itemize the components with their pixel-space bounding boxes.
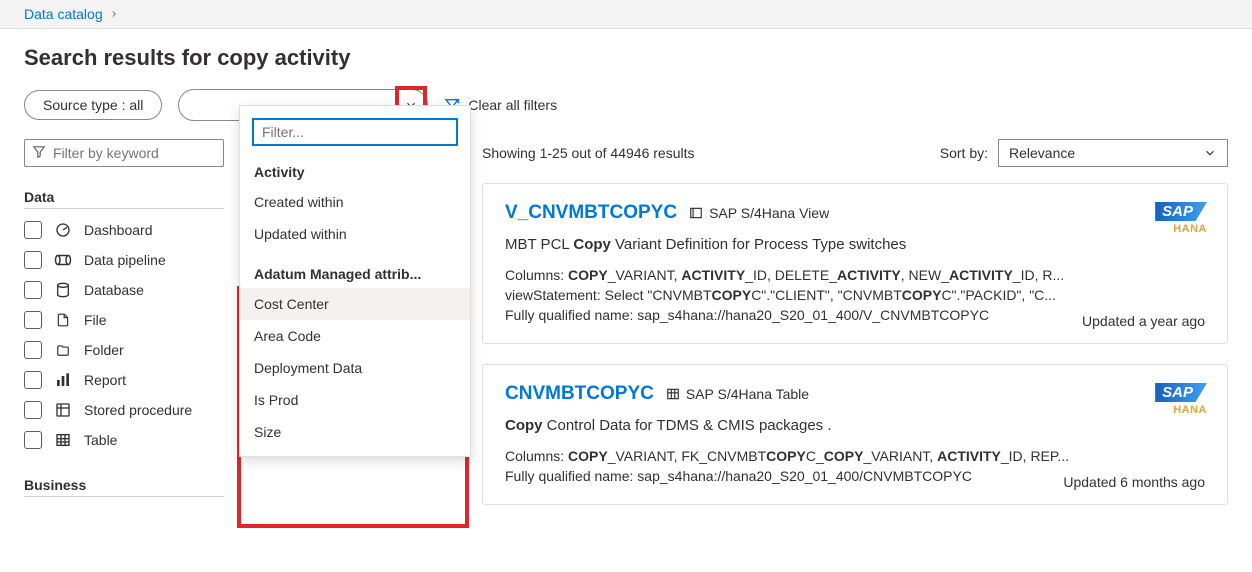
result-updated: Updated a year ago [1082, 313, 1205, 329]
facet-item-report[interactable]: Report [24, 371, 224, 389]
facet-item-datapipeline[interactable]: Data pipeline [24, 251, 224, 269]
result-type-label: SAP S/4Hana View [709, 205, 829, 221]
facet-heading-business: Business [24, 477, 224, 497]
page-title: Search results for copy activity [24, 45, 1228, 71]
facet-sidebar: Data Dashboard Data pipeline Database Fi… [24, 139, 224, 525]
topbar: Data catalog [0, 0, 1252, 29]
database-icon [54, 281, 72, 299]
checkbox[interactable] [24, 401, 42, 419]
filter-keyword-input[interactable] [24, 139, 224, 167]
result-type-label: SAP S/4Hana Table [686, 386, 809, 402]
result-type: SAP S/4Hana Table [666, 386, 809, 402]
sort-value: Relevance [1009, 145, 1075, 161]
result-columns: Columns: COPY_VARIANT, ACTIVITY_ID, DELE… [505, 267, 1205, 283]
dropdown-option-size[interactable]: Size [240, 416, 470, 448]
dashboard-icon [54, 221, 72, 239]
facet-item-file[interactable]: File [24, 311, 224, 329]
view-icon [689, 206, 703, 220]
filter-icon [32, 145, 46, 162]
sap-badge: SAP HANA [1155, 383, 1207, 416]
dropdown-filter-input[interactable] [252, 118, 458, 146]
sap-sub: HANA [1155, 404, 1207, 416]
facet-label: Stored procedure [84, 402, 192, 418]
checkbox[interactable] [24, 371, 42, 389]
result-description: MBT PCL Copy Variant Definition for Proc… [505, 236, 1205, 253]
result-viewstatement: viewStatement: Select "CNVMBTCOPYC"."CLI… [505, 287, 1205, 303]
result-updated: Updated 6 months ago [1063, 474, 1205, 490]
breadcrumb-root[interactable]: Data catalog [24, 6, 103, 22]
dropdown-option-isprod[interactable]: Is Prod [240, 384, 470, 416]
sap-badge: SAP HANA [1155, 202, 1207, 235]
facet-label: Report [84, 372, 126, 388]
facet-heading-data: Data [24, 189, 224, 209]
facet-item-database[interactable]: Database [24, 281, 224, 299]
filter-row: Source type : all Clear all filters [24, 89, 1228, 121]
result-columns: Columns: COPY_VARIANT, FK_CNVMBTCOPYC_CO… [505, 448, 1205, 464]
report-icon [54, 371, 72, 389]
checkbox[interactable] [24, 221, 42, 239]
dropdown-option-areacode[interactable]: Area Code [240, 320, 470, 352]
checkbox[interactable] [24, 341, 42, 359]
folder-icon [54, 341, 72, 359]
facet-label: Database [84, 282, 144, 298]
result-title[interactable]: CNVMBTCOPYC [505, 383, 654, 405]
dropdown-option-created[interactable]: Created within [240, 186, 470, 218]
dropdown-option-updated[interactable]: Updated within [240, 218, 470, 250]
facet-item-folder[interactable]: Folder [24, 341, 224, 359]
checkbox[interactable] [24, 281, 42, 299]
result-description: Copy Control Data for TDMS & CMIS packag… [505, 417, 1205, 434]
sap-logo: SAP [1155, 383, 1207, 402]
clear-all-label: Clear all filters [468, 97, 557, 113]
facet-item-table[interactable]: Table [24, 431, 224, 449]
facet-label: File [84, 312, 107, 328]
chevron-down-icon [1203, 146, 1217, 160]
facet-item-dashboard[interactable]: Dashboard [24, 221, 224, 239]
sort-label: Sort by: [940, 145, 988, 161]
facet-label: Dashboard [84, 222, 153, 238]
dropdown-option-costcenter[interactable]: Cost Center [240, 288, 470, 320]
results-count: Showing 1-25 out of 44946 results [482, 145, 694, 161]
sap-sub: HANA [1155, 223, 1207, 235]
checkbox[interactable] [24, 251, 42, 269]
breadcrumb: Data catalog [24, 6, 1228, 22]
dropdown-option-deployment[interactable]: Deployment Data [240, 352, 470, 384]
checkbox[interactable] [24, 311, 42, 329]
attribute-dropdown-panel: Activity Created within Updated within A… [239, 105, 471, 457]
result-card: SAP HANA V_CNVMBTCOPYC SAP S/4Hana View … [482, 183, 1228, 344]
result-title[interactable]: V_CNVMBTCOPYC [505, 202, 677, 224]
stored-procedure-icon [54, 401, 72, 419]
facet-label: Data pipeline [84, 252, 166, 268]
file-icon [54, 311, 72, 329]
sap-logo: SAP [1155, 202, 1207, 221]
dropdown-group-activity: Activity [240, 156, 470, 186]
facet-label: Folder [84, 342, 124, 358]
source-type-pill[interactable]: Source type : all [24, 90, 162, 120]
result-card: SAP HANA CNVMBTCOPYC SAP S/4Hana Table C… [482, 364, 1228, 505]
dropdown-group-adatum: Adatum Managed attrib... [240, 258, 470, 288]
result-type: SAP S/4Hana View [689, 205, 829, 221]
table-icon [666, 387, 680, 401]
filter-keyword-wrap[interactable] [24, 139, 224, 167]
table-icon [54, 431, 72, 449]
pipeline-icon [54, 251, 72, 269]
facet-label: Table [84, 432, 117, 448]
checkbox[interactable] [24, 431, 42, 449]
facet-item-storedproc[interactable]: Stored procedure [24, 401, 224, 419]
sort-select[interactable]: Relevance [998, 139, 1228, 167]
chevron-right-icon [109, 6, 119, 22]
